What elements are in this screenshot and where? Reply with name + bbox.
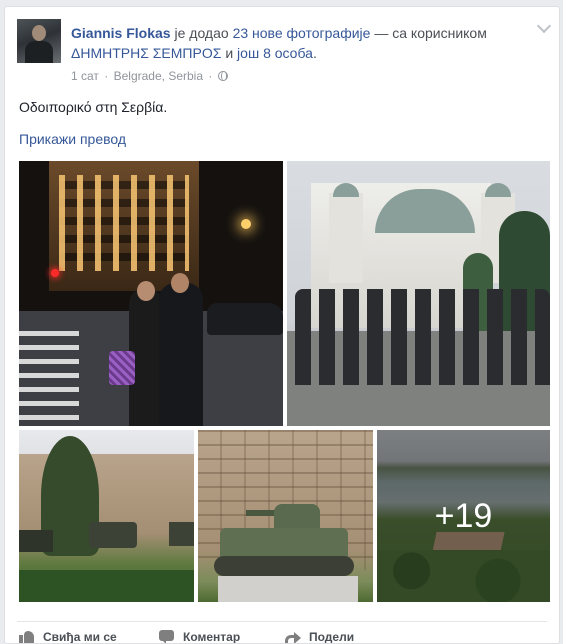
photo-traffic-light [51, 269, 59, 277]
share-button[interactable]: Подели [285, 627, 355, 644]
photo-handbag [109, 351, 135, 385]
share-label: Подели [309, 630, 355, 644]
header-period: . [312, 45, 317, 61]
avatar-head [32, 25, 46, 41]
like-label: Свиђа ми се [43, 630, 117, 644]
photo-night-street[interactable] [19, 161, 283, 426]
photo-tower-left [329, 183, 363, 283]
and-text: и [225, 45, 234, 61]
photo-cannon-center [89, 522, 137, 548]
like-button[interactable]: Свиђа ми се [19, 627, 117, 644]
photo-fortress-guns[interactable] [19, 430, 194, 602]
location-link[interactable]: Belgrade, Serbia [114, 69, 203, 83]
comment-label: Коментар [183, 630, 241, 644]
author-avatar[interactable] [17, 19, 61, 63]
comment-icon [159, 629, 175, 643]
photo-plinth [218, 576, 358, 602]
photo-dome [375, 189, 475, 233]
share-arrow-icon [285, 629, 301, 643]
translate-link[interactable]: Прикажи превод [19, 131, 126, 147]
photo-streetlight [241, 219, 251, 229]
meta-dot: · [104, 69, 109, 83]
photo-hedge [19, 570, 194, 602]
post-actions: Свиђа ми се Коментар Подели [19, 627, 549, 644]
post-header: Giannis Flokas је додао 23 нове фотограф… [71, 23, 521, 63]
globe-icon[interactable] [217, 71, 228, 81]
chevron-down-icon[interactable] [536, 18, 552, 34]
photo-cathedral-group[interactable] [287, 161, 550, 426]
with-text: — са корисником [374, 25, 487, 41]
post-meta: 1 сат · Belgrade, Serbia · [71, 69, 228, 83]
others-link[interactable]: још 8 особа [237, 45, 313, 61]
post-text: Οδοιπορικό στη Σερβία. [19, 99, 168, 115]
post-card: Giannis Flokas је додао 23 нове фотограф… [4, 6, 560, 644]
actions-divider [17, 621, 547, 622]
thumbs-up-icon [19, 629, 35, 643]
photo-cannon-left [19, 530, 53, 552]
photo-river-view[interactable]: +19 [377, 430, 550, 602]
photo-tank-tracks [214, 556, 354, 576]
more-photos-count[interactable]: +19 [377, 430, 550, 602]
photo-tank-turret [274, 504, 320, 530]
avatar-body [25, 41, 53, 63]
photo-building [49, 161, 199, 291]
photo-grid: +19 [19, 161, 550, 602]
author-name-link[interactable]: Giannis Flokas [71, 25, 171, 41]
meta-dot-2: · [208, 69, 213, 83]
tagged-user-link[interactable]: ΔΗΜΗΤΡΗΣ ΣΕΜΠΡΟΣ [71, 45, 221, 61]
post-time-link[interactable]: 1 сат [71, 69, 99, 83]
photo-crosswalk [19, 331, 79, 426]
comment-button[interactable]: Коментар [159, 627, 241, 644]
photo-tank[interactable] [198, 430, 373, 602]
action-text: је додао [174, 25, 229, 41]
photos-link[interactable]: 23 нове фотографије [233, 25, 371, 41]
photo-group-people [295, 289, 550, 385]
photo-car [207, 303, 283, 335]
photo-person-man [159, 273, 203, 426]
photo-cannon-right [169, 522, 194, 546]
